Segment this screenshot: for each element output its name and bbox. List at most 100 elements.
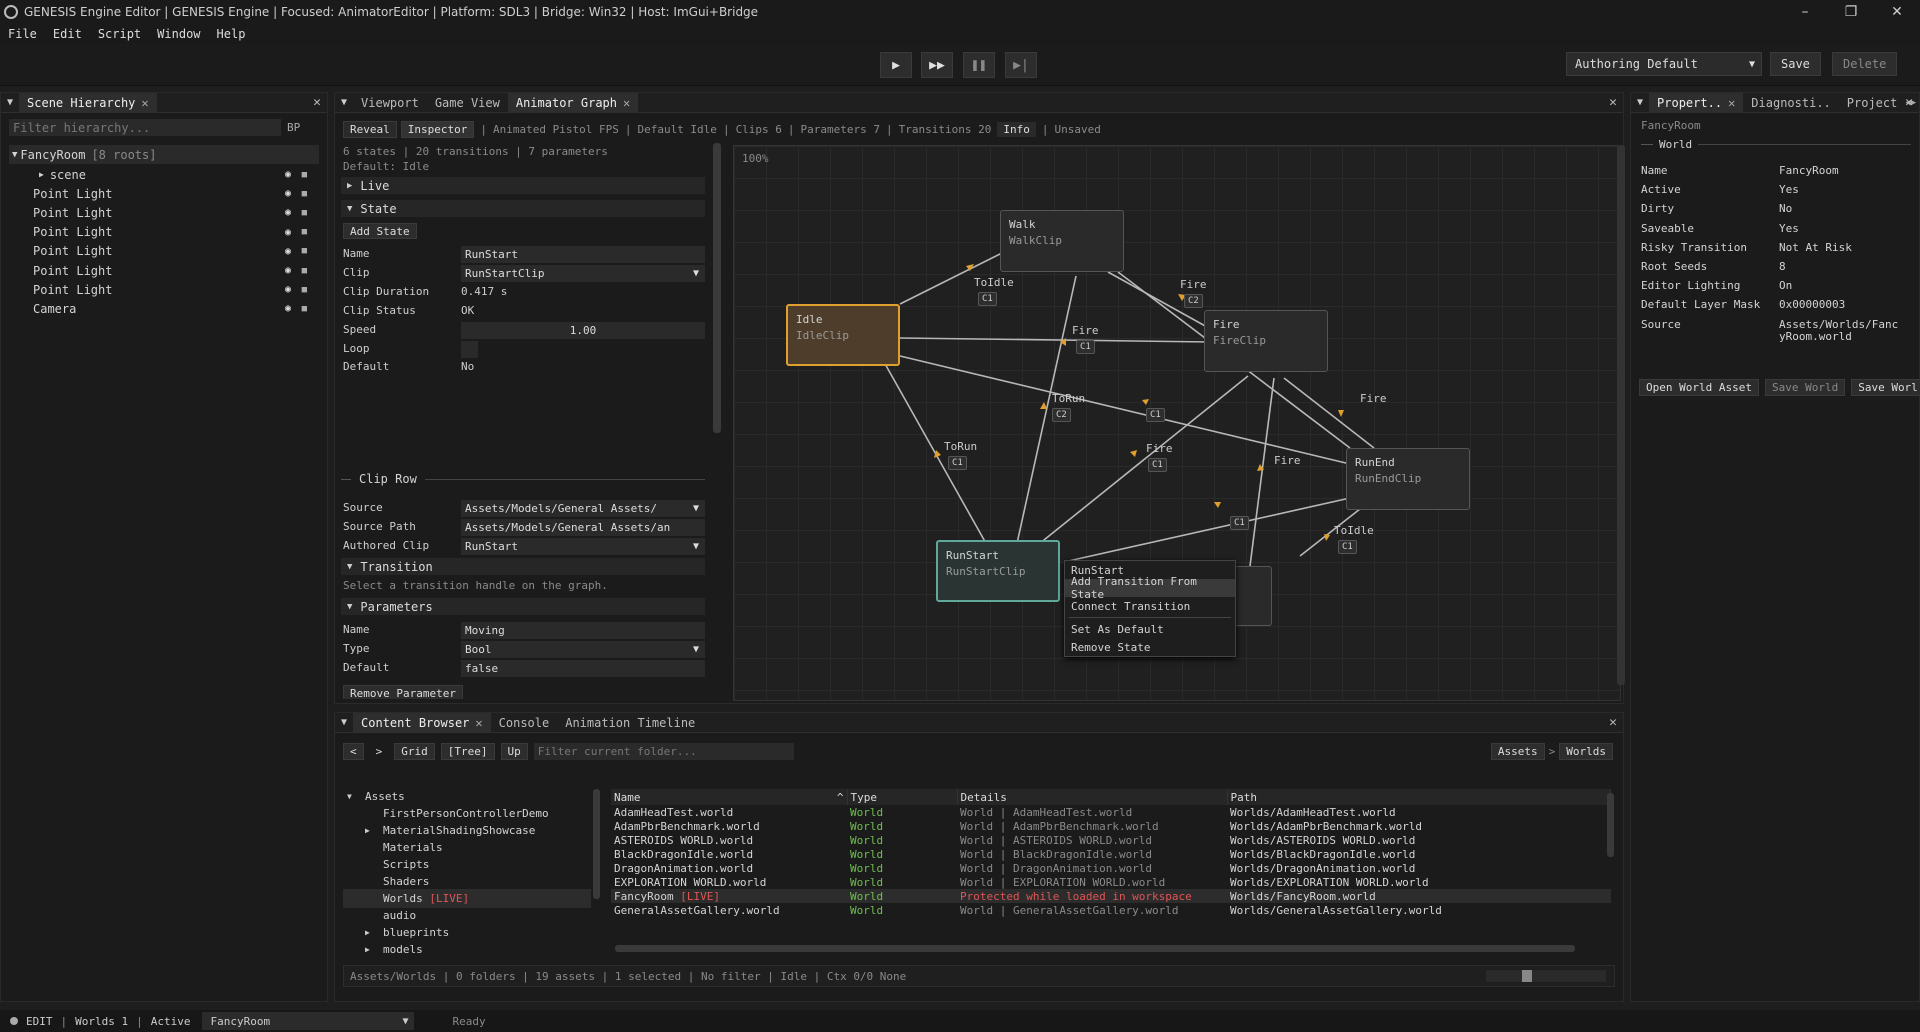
state-node-fire[interactable]: Fire FireClip	[1204, 310, 1328, 372]
slider-handle[interactable]	[1522, 970, 1532, 982]
lock-icon[interactable]: ■	[302, 304, 307, 314]
panel-menu-icon[interactable]: ▼	[1, 97, 19, 108]
hierarchy-item[interactable]: Point Light ◉ ■	[33, 261, 319, 280]
eye-icon[interactable]: ◉	[285, 188, 291, 199]
eye-icon[interactable]: ◉	[285, 246, 291, 257]
column-name[interactable]: Name ^	[611, 789, 848, 805]
table-hscrollbar[interactable]	[615, 945, 1575, 952]
hierarchy-item[interactable]: Point Light ◉ ■	[33, 184, 319, 203]
remove-parameter-button[interactable]: Remove Parameter	[343, 685, 463, 699]
condition-chip[interactable]: C1	[1148, 458, 1167, 472]
section-parameters[interactable]: ▼ Parameters	[341, 598, 705, 615]
lock-icon[interactable]: ■	[302, 227, 307, 237]
field-input[interactable]: Moving	[461, 622, 705, 639]
column-details[interactable]: Details	[957, 789, 1228, 805]
lock-icon[interactable]: ■	[302, 208, 307, 218]
tree-scrollbar[interactable]	[593, 789, 600, 899]
close-tab-icon[interactable]: ✕	[1728, 96, 1735, 110]
table-row[interactable]: ASTEROIDS WORLD.world World World | ASTERO…	[611, 833, 1611, 847]
tree-root-row[interactable]: ▼ FancyRoom [8 roots]	[9, 145, 319, 164]
maximize-icon[interactable]: ❐	[1828, 0, 1874, 24]
transition-runstart-runend[interactable]	[1063, 497, 1351, 563]
close-panel-icon[interactable]: ✕	[1609, 715, 1617, 730]
field-combo[interactable]: Assets/Models/General Assets/ ▼	[461, 500, 705, 517]
hierarchy-item[interactable]: Point Light ◉ ■	[33, 242, 319, 261]
tab-animation-timeline[interactable]: Animation Timeline	[557, 713, 703, 733]
table-row[interactable]: DragonAnimation.world World World | Dragon…	[611, 861, 1611, 875]
inspector-toggle[interactable]: Inspector	[400, 120, 475, 138]
eye-icon[interactable]: ◉	[285, 284, 291, 295]
transition-fire-runstart[interactable]	[1249, 377, 1275, 567]
field-input[interactable]: false	[461, 659, 705, 677]
transition-idle-fire[interactable]	[899, 337, 1213, 343]
eye-icon[interactable]: ◉	[285, 303, 291, 314]
step-button[interactable]: ▶|	[1005, 52, 1037, 78]
save-button[interactable]: Save	[1770, 52, 1821, 76]
tab-game-view[interactable]: Game View	[427, 93, 508, 113]
condition-chip[interactable]: C2	[1184, 294, 1203, 308]
close-panel-icon[interactable]: ✕	[1609, 95, 1617, 110]
field-combo[interactable]: RunStartClip ▼	[461, 264, 705, 282]
menu-script[interactable]: Script	[90, 27, 149, 41]
state-node-runend[interactable]: RunEnd RunEndClip	[1346, 448, 1470, 510]
inspector-scrollbar[interactable]	[713, 143, 721, 433]
state-node-runstart[interactable]: RunStart RunStartClip	[936, 540, 1060, 602]
tab-animator-graph[interactable]: Animator Graph ✕	[507, 92, 639, 113]
loop-checkbox[interactable]	[461, 340, 478, 358]
menu-item-remove-state[interactable]: Remove State	[1065, 638, 1235, 656]
breadcrumb-assets[interactable]: Assets	[1490, 743, 1545, 760]
lock-icon[interactable]: ■	[302, 285, 307, 295]
table-row[interactable]: EXPLORATION WORLD.world World World | EXPL…	[611, 875, 1611, 889]
condition-chip[interactable]: C1	[948, 456, 967, 470]
open-world-asset-button[interactable]: Open World Asset	[1639, 379, 1759, 396]
tab-diagnostics[interactable]: Diagnosti..	[1743, 93, 1838, 113]
speed-slider[interactable]: 1.00	[461, 321, 705, 339]
close-panel-icon[interactable]: ✕	[313, 95, 321, 110]
eye-icon[interactable]: ◉	[285, 207, 291, 218]
tab-properties[interactable]: Propert.. ✕	[1649, 92, 1744, 113]
panel-menu-icon[interactable]: ▼	[1631, 97, 1649, 108]
bp-toggle[interactable]: BP	[287, 121, 300, 134]
menu-file[interactable]: File	[0, 27, 45, 41]
eye-icon[interactable]: ◉	[285, 265, 291, 276]
transition-fire-runend[interactable]	[1283, 377, 1375, 449]
transition-idle-runstart[interactable]	[883, 361, 993, 555]
condition-chip[interactable]: C1	[978, 292, 997, 306]
lock-icon[interactable]: ■	[302, 266, 307, 276]
menu-item-set-default[interactable]: Set As Default	[1065, 620, 1235, 638]
menu-edit[interactable]: Edit	[45, 27, 90, 41]
eye-icon[interactable]: ◉	[285, 227, 291, 238]
pause-button[interactable]: ❚❚	[963, 52, 995, 78]
table-row[interactable]: GeneralAssetGallery.world World World | Ge…	[611, 903, 1611, 917]
state-node-walk[interactable]: Walk WalkClip	[1000, 210, 1124, 272]
tree-view-button[interactable]: [Tree]	[440, 743, 495, 760]
condition-chip[interactable]: C1	[1338, 540, 1357, 554]
close-tab-icon[interactable]: ✕	[623, 96, 630, 110]
table-scrollbar[interactable]	[1607, 793, 1614, 857]
field-input[interactable]: RunStart	[461, 246, 705, 263]
table-row[interactable]: FancyRoom [LIVE] World Protected while loa…	[611, 889, 1611, 903]
column-type[interactable]: Type	[847, 789, 958, 805]
tab-console[interactable]: Console	[491, 713, 558, 733]
eye-icon[interactable]: ◉	[285, 169, 291, 180]
column-path[interactable]: Path	[1227, 789, 1611, 805]
folder-item[interactable]: ▶ models	[343, 940, 591, 959]
state-node-idle[interactable]: Idle IdleClip	[786, 304, 900, 366]
folder-filter-input[interactable]: Filter current folder...	[533, 743, 794, 760]
hierarchy-item[interactable]: ▶ scene ◉ ■	[39, 165, 319, 184]
hierarchy-item[interactable]: Point Light ◉ ■	[33, 280, 319, 299]
play-button[interactable]: ▶	[880, 52, 912, 78]
minimize-icon[interactable]: –	[1782, 0, 1828, 24]
lock-icon[interactable]: ■	[302, 189, 307, 199]
forward-button[interactable]: >	[370, 744, 389, 759]
close-tab-icon[interactable]: ✕	[141, 96, 148, 110]
reveal-button[interactable]: Reveal	[343, 120, 397, 138]
section-state[interactable]: ▼ State	[341, 200, 705, 217]
hierarchy-item[interactable]: Point Light ◉ ■	[33, 203, 319, 222]
table-row[interactable]: AdamPbrBenchmark.world World World | AdamP…	[611, 819, 1611, 833]
graph-scrollbar[interactable]	[1617, 145, 1625, 685]
condition-chip[interactable]: C1	[1146, 408, 1165, 422]
panel-menu-icon[interactable]: ▼	[335, 717, 353, 728]
thumbnail-size-slider[interactable]	[1486, 970, 1606, 982]
menu-help[interactable]: Help	[209, 27, 254, 41]
